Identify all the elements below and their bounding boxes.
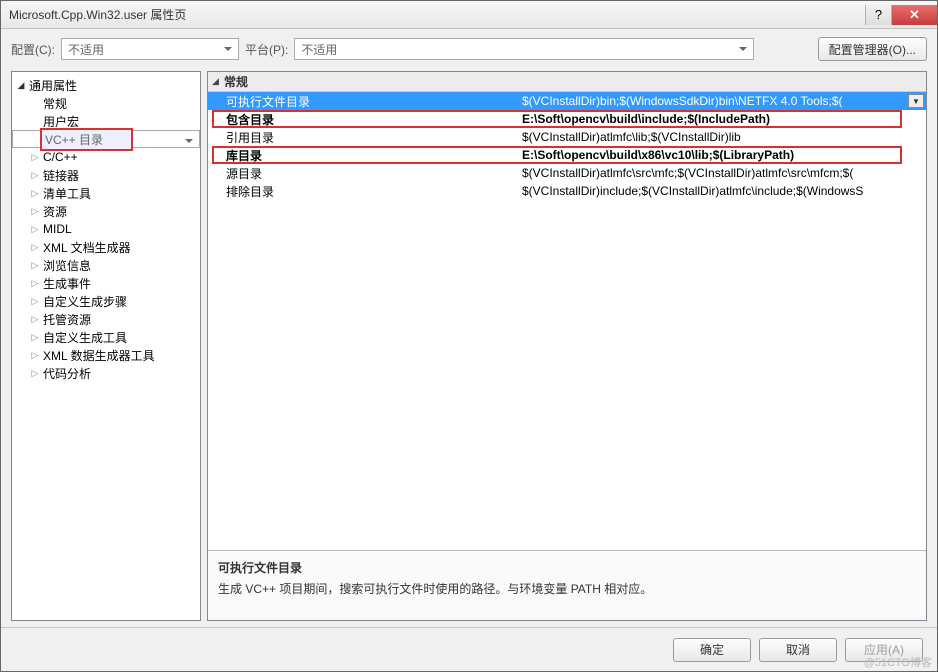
ok-button[interactable]: 确定 [673,638,751,662]
tree-root-label: 通用属性 [26,76,80,95]
tree-item[interactable]: VC++ 目录 [12,130,200,148]
property-panel: ◢ 常规 可执行文件目录$(VCInstallDir)bin;$(Windows… [207,71,927,621]
tree-item[interactable]: ▷XML 文档生成器 [12,238,200,256]
expander-closed-icon: ▷ [30,260,40,271]
tree-item[interactable]: ▷XML 数据生成器工具 [12,346,200,364]
expander-closed-icon: ▷ [30,314,40,325]
expander-open-icon: ◢ [212,76,224,87]
tree-item-label: 托管资源 [40,310,94,329]
tree-root[interactable]: ◢ 通用属性 [12,76,200,94]
tree-item-label: C/C++ [40,149,81,165]
expander-closed-icon: ▷ [30,278,40,289]
property-value: $(VCInstallDir)atlmfc\src\mfc;$(VCInstal… [520,166,926,180]
tree-item-label: 自定义生成步骤 [40,292,130,311]
property-row[interactable]: 可执行文件目录$(VCInstallDir)bin;$(WindowsSdkDi… [208,92,926,110]
tree-item[interactable]: ▷代码分析 [12,364,200,382]
dialog-footer: 确定 取消 应用(A) [1,627,937,671]
platform-select[interactable]: 不适用 [294,38,754,60]
dropdown-icon[interactable]: ▼ [908,94,924,108]
tree-item-label: 自定义生成工具 [40,328,130,347]
config-select[interactable]: 不适用 [61,38,239,60]
config-manager-button[interactable]: 配置管理器(O)... [818,37,927,61]
tree-item[interactable]: ▷托管资源 [12,310,200,328]
expander-closed-icon: ▷ [30,368,40,379]
platform-label: 平台(P): [245,41,288,58]
close-button[interactable]: ✕ [891,5,937,25]
tree-item[interactable]: ▷链接器 [12,166,200,184]
description-title: 可执行文件目录 [218,559,916,576]
expander-open-icon: ◢ [16,80,26,91]
tree-item-label: 生成事件 [40,274,94,293]
property-value: E:\Soft\opencv\build\x86\vc10\lib;$(Libr… [520,148,926,162]
property-name: 源目录 [208,165,520,182]
tree-item-label: 清单工具 [40,184,94,203]
window-controls: ? ✕ [865,5,937,25]
property-row[interactable]: 源目录$(VCInstallDir)atlmfc\src\mfc;$(VCIns… [208,164,926,182]
group-header[interactable]: ◢ 常规 [208,72,926,92]
dialog-window: Microsoft.Cpp.Win32.user 属性页 ? ✕ 配置(C): … [0,0,938,672]
tree-item-label: XML 文档生成器 [40,238,134,257]
watermark: @51CTO博客 [864,654,932,670]
description-body: 生成 VC++ 项目期间，搜索可执行文件时使用的路径。与环境变量 PATH 相对… [218,580,916,597]
expander-closed-icon: ▷ [30,332,40,343]
tree-item[interactable]: ▷清单工具 [12,184,200,202]
property-row[interactable]: 引用目录$(VCInstallDir)atlmfc\lib;$(VCInstal… [208,128,926,146]
property-name: 包含目录 [208,111,520,128]
tree-item[interactable]: ▷自定义生成工具 [12,328,200,346]
property-value: E:\Soft\opencv\build\include;$(IncludePa… [520,112,926,126]
tree-item[interactable]: ▷浏览信息 [12,256,200,274]
expander-closed-icon: ▷ [30,170,40,181]
property-value: $(VCInstallDir)include;$(VCInstallDir)at… [520,184,926,198]
tree-item[interactable]: ▷资源 [12,202,200,220]
tree-item-label: 浏览信息 [40,256,94,275]
tree-item-label: 链接器 [40,166,82,185]
expander-closed-icon: ▷ [30,188,40,199]
tree-item[interactable]: ▷C/C++ [12,148,200,166]
expander-closed-icon: ▷ [30,206,40,217]
content-area: ◢ 通用属性 常规用户宏VC++ 目录▷C/C++▷链接器▷清单工具▷资源▷MI… [1,69,937,627]
cancel-button[interactable]: 取消 [759,638,837,662]
config-label: 配置(C): [11,41,55,58]
property-row[interactable]: 库目录E:\Soft\opencv\build\x86\vc10\lib;$(L… [208,146,926,164]
expander-closed-icon: ▷ [30,224,40,235]
tree-item[interactable]: 用户宏 [12,112,200,130]
tree-item-label: 代码分析 [40,364,94,383]
description-panel: 可执行文件目录 生成 VC++ 项目期间，搜索可执行文件时使用的路径。与环境变量… [208,550,926,620]
tree-item[interactable]: ▷自定义生成步骤 [12,292,200,310]
property-name: 可执行文件目录 [208,93,520,110]
group-title: 常规 [224,73,248,90]
property-name: 引用目录 [208,129,520,146]
help-button[interactable]: ? [865,5,891,25]
expander-closed-icon: ▷ [30,152,40,163]
property-name: 库目录 [208,147,520,164]
tree-item[interactable]: ▷生成事件 [12,274,200,292]
property-row[interactable]: 包含目录E:\Soft\opencv\build\include;$(Inclu… [208,110,926,128]
tree-item[interactable]: ▷MIDL [12,220,200,238]
expander-closed-icon: ▷ [30,350,40,361]
property-value: $(VCInstallDir)bin;$(WindowsSdkDir)bin\N… [520,94,926,108]
expander-closed-icon: ▷ [30,242,40,253]
titlebar: Microsoft.Cpp.Win32.user 属性页 ? ✕ [1,1,937,29]
tree-item-label: XML 数据生成器工具 [40,346,158,365]
tree-item[interactable]: 常规 [12,94,200,112]
tree-item-label: 资源 [40,202,70,221]
property-grid: ◢ 常规 可执行文件目录$(VCInstallDir)bin;$(Windows… [208,72,926,550]
property-name: 排除目录 [208,183,520,200]
nav-tree[interactable]: ◢ 通用属性 常规用户宏VC++ 目录▷C/C++▷链接器▷清单工具▷资源▷MI… [11,71,201,621]
tree-item-label: 常规 [40,94,70,113]
toolbar: 配置(C): 不适用 平台(P): 不适用 配置管理器(O)... [1,29,937,69]
tree-item-label: VC++ 目录 [41,129,132,150]
expander-closed-icon: ▷ [30,296,40,307]
window-title: Microsoft.Cpp.Win32.user 属性页 [9,6,865,23]
tree-item-label: MIDL [40,221,75,237]
property-row[interactable]: 排除目录$(VCInstallDir)include;$(VCInstallDi… [208,182,926,200]
property-value: $(VCInstallDir)atlmfc\lib;$(VCInstallDir… [520,130,926,144]
